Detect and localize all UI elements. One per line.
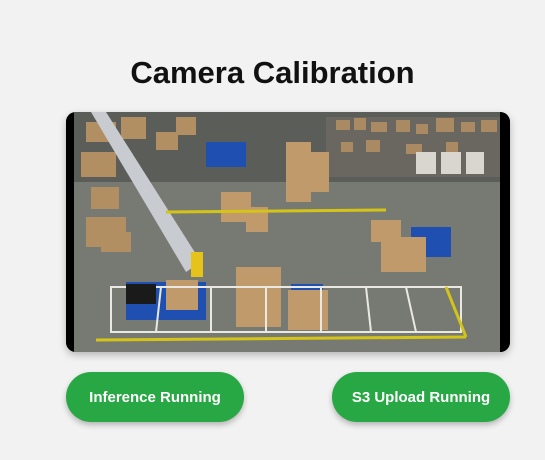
camera-feed <box>66 112 510 352</box>
camera-feed-image <box>66 112 510 352</box>
calibration-page: Camera Calibration Inference Running S3 … <box>0 0 545 460</box>
page-title: Camera Calibration <box>130 55 415 90</box>
s3-upload-running-button[interactable]: S3 Upload Running <box>332 372 510 422</box>
inference-running-button[interactable]: Inference Running <box>66 372 244 422</box>
